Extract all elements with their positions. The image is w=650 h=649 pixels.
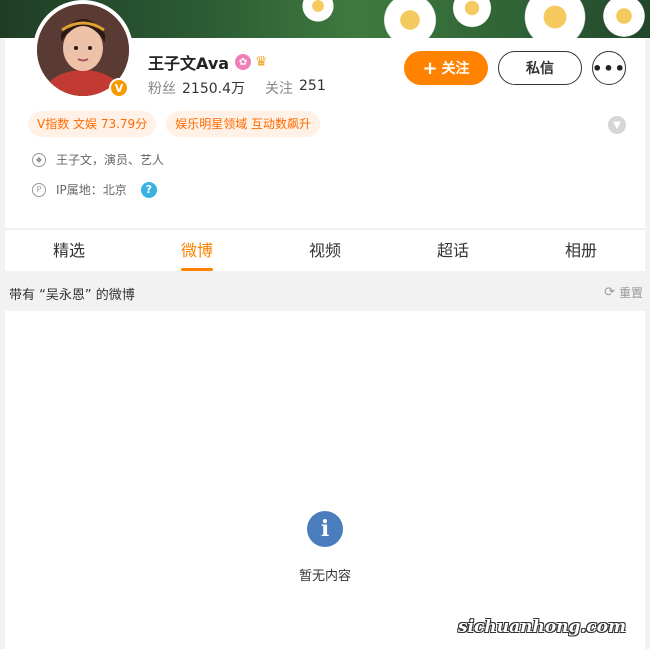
profile-tabs: 精选 微博 视频 超话 相册: [5, 229, 645, 271]
help-icon[interactable]: ?: [140, 181, 157, 198]
pink-medal-icon[interactable]: ✿: [235, 54, 252, 70]
tab-featured[interactable]: 精选: [5, 230, 133, 271]
plus-icon: +: [422, 57, 438, 79]
profile-card: V 王子文Ava ✿ ♛ 粉丝 2150.4万 关注 251 + 关注 私信 •…: [5, 0, 645, 228]
more-options-button[interactable]: •••: [592, 51, 626, 85]
expand-chevron-icon[interactable]: ▼: [608, 116, 626, 134]
following-label: 关注: [265, 81, 293, 97]
follow-label: 关注: [441, 61, 470, 77]
cover-flower: [600, 0, 648, 38]
tab-video[interactable]: 视频: [261, 230, 389, 271]
ip-location-row: P IP属地：北京 ?: [32, 181, 157, 198]
tab-album[interactable]: 相册: [517, 230, 645, 271]
ip-icon: P: [32, 182, 46, 197]
description-text: 王子文，演员、艺人: [56, 153, 165, 167]
following-count[interactable]: 251: [299, 78, 326, 98]
avatar[interactable]: V: [33, 0, 133, 100]
feed-content: i 暂无内容: [5, 311, 645, 649]
domain-tag[interactable]: 娱乐明星领域 互动数飙升: [166, 111, 321, 137]
followers-label: 粉丝: [148, 81, 176, 97]
followers-count[interactable]: 2150.4万: [182, 78, 245, 98]
profile-tags: V指数 文娱 73.79分 娱乐明星领域 互动数飙升: [28, 111, 330, 137]
message-label: 私信: [526, 61, 554, 77]
verified-badge-icon: V: [109, 78, 129, 98]
ip-location-text: IP属地：北京: [56, 183, 127, 197]
message-button[interactable]: 私信: [498, 51, 582, 85]
watermark: sichuanhong.com: [458, 617, 627, 637]
profile-stats: 粉丝 2150.4万 关注 251: [148, 78, 346, 98]
info-icon: i: [307, 511, 343, 547]
v-index-tag[interactable]: V指数 文娱 73.79分: [28, 111, 157, 137]
filter-bar: 带有 “吴永恩” 的微博 ⟳ 重置: [5, 273, 645, 311]
cover-flower: [520, 0, 590, 38]
cover-flower: [450, 0, 494, 30]
empty-state-text: 暂无内容: [298, 569, 351, 584]
tab-weibo[interactable]: 微博: [133, 230, 261, 271]
reset-button[interactable]: ⟳ 重置: [604, 284, 643, 301]
name-row: 王子文Ava ✿ ♛: [148, 50, 273, 74]
follow-button[interactable]: + 关注: [404, 51, 488, 85]
cover-flower: [300, 0, 336, 24]
crown-icon[interactable]: ♛: [255, 54, 273, 70]
description-row: ◆ 王子文，演员、艺人: [32, 151, 164, 168]
filter-text: 带有 “吴永恩” 的微博: [9, 288, 135, 303]
more-dots-icon: •••: [592, 58, 626, 78]
reset-label: 重置: [618, 286, 643, 300]
cover-flower: [380, 0, 440, 38]
shield-icon: ◆: [32, 152, 46, 167]
refresh-icon: ⟳: [604, 285, 615, 300]
tab-super-topic[interactable]: 超话: [389, 230, 517, 271]
profile-name: 王子文Ava: [148, 54, 230, 73]
